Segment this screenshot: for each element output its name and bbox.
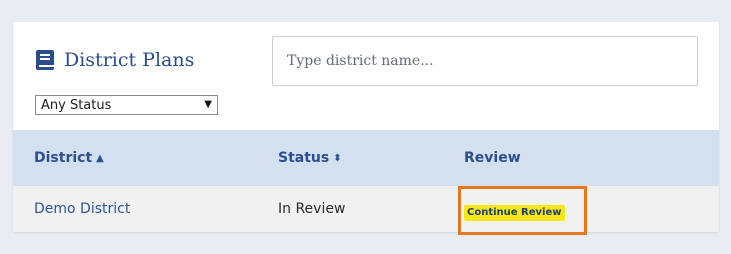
status-filter-select[interactable]: Any Status ▼ [35, 95, 218, 115]
table-row: Demo District In Review [13, 186, 719, 232]
column-header-district[interactable]: District ▲ [34, 149, 104, 168]
title-area: District Plans [36, 48, 194, 72]
page-title: District Plans [64, 49, 195, 71]
status-filter-value: Any Status [41, 97, 112, 113]
column-header-label: Review [464, 150, 521, 166]
continue-review-button[interactable]: Continue Review [464, 205, 565, 221]
panel-header: District Plans Any Status ▼ [13, 22, 719, 130]
book-icon [36, 50, 54, 70]
column-header-review: Review [464, 149, 521, 167]
district-search-input[interactable] [272, 36, 698, 86]
district-plans-panel: District Plans Any Status ▼ District▲ St… [13, 22, 719, 235]
column-header-status[interactable]: Status ⬍ [278, 149, 342, 168]
column-header-label: District [34, 150, 93, 166]
sort-both-icon: ⬍ [333, 153, 342, 164]
caret-down-icon: ▼ [204, 99, 212, 110]
district-link[interactable]: Demo District [34, 200, 130, 218]
status-cell: In Review [278, 201, 346, 217]
sort-ascending-icon: ▲ [96, 153, 104, 164]
table-header-row: District ▲ Status ⬍ Review [13, 130, 719, 186]
column-header-label: Status [278, 150, 330, 166]
